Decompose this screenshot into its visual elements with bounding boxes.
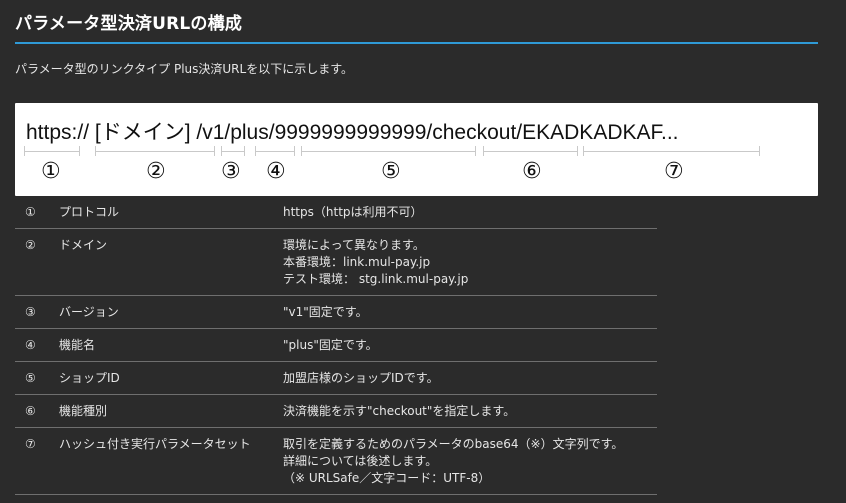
marker-3: ③	[221, 159, 241, 184]
row-description: 取引を定義するためのパラメータのbase64（※）文字列です。 詳細については後述…	[283, 427, 657, 495]
table-row: ④ 機能名 "plus"固定です。	[15, 328, 657, 362]
row-label: ドメイン	[49, 228, 283, 296]
table-row: ① プロトコル https（httpは利用不可）	[15, 196, 657, 229]
segment-bracket-6	[483, 146, 578, 156]
row-description: 決済機能を示す"checkout"を指定します。	[283, 394, 657, 428]
marker-4: ④	[266, 159, 286, 184]
row-description: "plus"固定です。	[283, 328, 657, 362]
row-number: ②	[15, 228, 49, 296]
page: パラメータ型決済URLの構成 パラメータ型のリンクタイプ Plus決済URLを以…	[0, 0, 846, 503]
row-description: https（httpは利用不可）	[283, 196, 657, 229]
description-line: 加盟店様のショップIDです。	[283, 371, 439, 385]
row-label: プロトコル	[49, 196, 283, 229]
row-description: 加盟店様のショップIDです。	[283, 361, 657, 395]
table-row: ⑤ ショップID 加盟店様のショップIDです。	[15, 361, 657, 395]
description-line: テスト環境： stg.link.mul-pay.jp	[283, 272, 469, 286]
segment-bracket-7	[583, 146, 760, 156]
title-underline	[15, 42, 818, 44]
marker-2: ②	[146, 159, 166, 184]
segment-bracket-3	[221, 146, 245, 156]
segment-bracket-2	[95, 146, 215, 156]
row-number: ⑤	[15, 361, 49, 395]
description-line: 環境によって異なります。	[283, 238, 425, 252]
table-row: ② ドメイン 環境によって異なります。 本番環境：link.mul-pay.jp テ…	[15, 228, 657, 296]
marker-7: ⑦	[664, 159, 684, 184]
segment-bracket-5	[301, 146, 476, 156]
marker-6: ⑥	[522, 159, 542, 184]
row-number: ③	[15, 295, 49, 329]
table-row: ③ バージョン "v1"固定です。	[15, 295, 657, 329]
row-number: ①	[15, 196, 49, 229]
marker-5: ⑤	[381, 159, 401, 184]
description-line: https（httpは利用不可）	[283, 205, 423, 219]
url-example-text: https:// [ドメイン] /v1/plus/9999999999999/c…	[26, 121, 679, 144]
row-description: 環境によって異なります。 本番環境：link.mul-pay.jp テスト環境： s…	[283, 228, 657, 296]
intro-text: パラメータ型のリンクタイプ Plus決済URLを以下に示します。	[15, 62, 354, 76]
row-label: バージョン	[49, 295, 283, 329]
table-row: ⑦ ハッシュ付き実行パラメータセット 取引を定義するためのパラメータのbase6…	[15, 427, 657, 495]
description-line: 本番環境：link.mul-pay.jp	[283, 255, 431, 269]
segment-bracket-4	[255, 146, 295, 156]
description-line: 詳細については後述します。	[283, 454, 438, 468]
row-label: 機能種別	[49, 394, 283, 428]
marker-1: ①	[41, 159, 61, 184]
row-label: ハッシュ付き実行パラメータセット	[49, 427, 283, 495]
description-line: 取引を定義するためのパラメータのbase64（※）文字列です。	[283, 437, 624, 451]
row-number: ④	[15, 328, 49, 362]
row-number: ⑥	[15, 394, 49, 428]
description-line: （※ URLSafe／文字コード：UTF-8）	[283, 471, 491, 485]
url-parts-table: ① プロトコル https（httpは利用不可） ② ドメイン 環境によって異な…	[15, 196, 657, 495]
description-line: "v1"固定です。	[283, 305, 368, 319]
description-line: 決済機能を示す"checkout"を指定します。	[283, 404, 516, 418]
description-line: "plus"固定です。	[283, 338, 378, 352]
segment-bracket-1	[24, 146, 80, 156]
row-description: "v1"固定です。	[283, 295, 657, 329]
page-title: パラメータ型決済URLの構成	[15, 14, 243, 34]
row-label: ショップID	[49, 361, 283, 395]
row-number: ⑦	[15, 427, 49, 495]
url-diagram: https:// [ドメイン] /v1/plus/9999999999999/c…	[15, 103, 818, 196]
table-row: ⑥ 機能種別 決済機能を示す"checkout"を指定します。	[15, 394, 657, 428]
row-label: 機能名	[49, 328, 283, 362]
